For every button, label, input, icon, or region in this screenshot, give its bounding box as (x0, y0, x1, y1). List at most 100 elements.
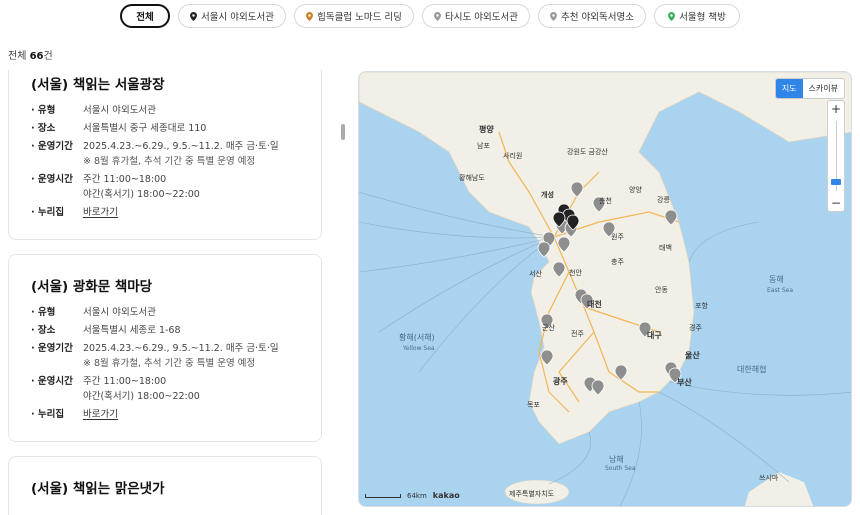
label-taebaek: 태백 (659, 243, 672, 252)
field-key: · 운영기간 (31, 343, 73, 354)
place-list: (서울) 책읽는 서울광장 · 유형 서울시 야외도서관 · 장소 서울특별시 중구… (0, 70, 340, 515)
field-value: 2025.4.23.~6.29., 9.5.~11.2. 매주 금·토·일 ※ 8… (83, 141, 279, 167)
label-kaesong: 개성 (541, 190, 554, 199)
label-pohang: 포항 (695, 301, 708, 310)
field-location: · 장소 서울특별시 중구 세종대로 110 (31, 121, 299, 136)
label-gangwon: 강원도 금강산 (567, 147, 608, 156)
field-key: · 운영기간 (31, 141, 73, 152)
map-pin-icon (306, 11, 314, 21)
filter-label: 추천 야외독서명소 (561, 12, 634, 23)
field-value: 서울특별시 중구 세종대로 110 (83, 123, 207, 134)
map-pin-icon (550, 11, 557, 21)
label-chuncheon: 춘천 (599, 196, 612, 205)
map-type-skyview[interactable]: 스카이뷰 (803, 79, 844, 98)
filter-label: 힙독클럽 노마드 리딩 (317, 12, 402, 23)
zoom-in-button[interactable]: + (828, 101, 844, 117)
field-value: 주간 11:00~18:00 야간(혹서기) 18:00~22:00 (83, 174, 200, 200)
label-haeju: 황해남도 (459, 173, 485, 182)
count-value: 66 (29, 51, 44, 62)
filter-label: 타시도 야외도서관 (445, 12, 518, 23)
website-link[interactable]: 바로가기 (83, 207, 118, 218)
map-view[interactable]: 평양 남포 사리원 강원도 금강산 황해남도 개성 춘천 원주 강릉 양양 태백… (358, 71, 852, 507)
card-title: (서울) 책읽는 서울광장 (31, 77, 165, 93)
field-value: 서울시 야외도서관 (83, 105, 156, 116)
filter-bar: 전체 서울시 야외도서관 힙독클럽 노마드 리딩 타시도 야외도서관 추천 야외… (0, 4, 860, 28)
zoom-handle[interactable] (831, 179, 841, 185)
map-type-map[interactable]: 지도 (775, 79, 803, 98)
filter-recommended-spot[interactable]: 추천 야외독서명소 (538, 4, 646, 28)
label-yellow-sea-en: Yellow Sea (402, 345, 435, 352)
label-strait: 대한해협 (737, 364, 766, 374)
label-gwangju: 광주 (553, 376, 568, 386)
label-jeonju: 전주 (571, 329, 584, 338)
label-gunsan: 군산 (542, 323, 555, 332)
scale-bar (365, 493, 401, 498)
field-key: · 장소 (31, 123, 56, 134)
field-key: · 장소 (31, 325, 56, 336)
zoom-out-button[interactable]: − (828, 195, 844, 211)
field-key: · 누리집 (31, 409, 65, 420)
kakao-logo: kakao (432, 491, 460, 500)
field-key: · 유형 (31, 105, 56, 116)
map-scale: 64km kakao (365, 491, 460, 500)
label-yangyang: 양양 (629, 186, 642, 194)
label-east-sea-en: East Sea (767, 287, 793, 294)
map-type-toggle: 지도 스카이뷰 (774, 78, 845, 99)
zoom-control: + − (827, 100, 845, 212)
filter-label: 서울형 책방 (679, 12, 726, 23)
filter-label: 전체 (136, 12, 154, 23)
scale-label: 64km (407, 491, 427, 500)
label-busan: 부산 (677, 377, 692, 387)
place-card[interactable]: (서울) 책읽는 서울광장 · 유형 서울시 야외도서관 · 장소 서울특별시 중구… (8, 70, 322, 240)
map-canvas[interactable]: 평양 남포 사리원 강원도 금강산 황해남도 개성 춘천 원주 강릉 양양 태백… (359, 72, 852, 507)
list-scrollbar[interactable] (341, 124, 345, 140)
result-count: 전체 66건 (8, 47, 53, 62)
filter-seoul-bookstore[interactable]: 서울형 책방 (654, 4, 740, 28)
field-period: · 운영기간 2025.4.23.~6.29., 9.5.~11.2. 매주 금·… (31, 341, 299, 371)
place-card[interactable]: (서울) 책읽는 맑은냇가 (8, 456, 322, 515)
filter-seoul-outdoor-library[interactable]: 서울시 야외도서관 (178, 4, 286, 28)
website-link[interactable]: 바로가기 (83, 409, 118, 420)
field-key: · 운영시간 (31, 376, 73, 387)
label-cheonan: 천안 (569, 268, 582, 277)
place-card[interactable]: (서울) 광화문 책마당 · 유형 서울시 야외도서관 · 장소 서울특별시 세종로… (8, 254, 322, 442)
field-key: · 운영시간 (31, 174, 73, 185)
count-prefix: 전체 (8, 51, 30, 62)
label-gyeongju: 경주 (689, 323, 702, 332)
field-period: · 운영기간 2025.4.23.~6.29., 9.5.~11.2. 매주 금·… (31, 139, 299, 169)
label-gangneung: 강릉 (657, 195, 670, 204)
field-location: · 장소 서울특별시 세종로 1-68 (31, 323, 299, 338)
label-east-sea: 동해 (769, 274, 784, 284)
filter-all[interactable]: 전체 (120, 4, 170, 28)
label-jeju: 제주특별자치도 (509, 489, 555, 498)
label-mokpo: 목포 (527, 401, 540, 409)
label-chungju: 충주 (611, 257, 624, 266)
label-sariwon: 사리원 (503, 151, 522, 160)
field-type: · 유형 서울시 야외도서관 (31, 103, 299, 118)
label-yellow-sea: 황해(서해) (399, 332, 435, 342)
filter-other-region-library[interactable]: 타시도 야외도서관 (422, 4, 530, 28)
field-value: 서울시 야외도서관 (83, 307, 156, 318)
count-suffix: 건 (43, 51, 53, 62)
label-pyongyang: 평양 (479, 124, 494, 134)
field-value: 주간 11:00~18:00 야간(혹서기) 18:00~22:00 (83, 376, 200, 402)
filter-label: 서울시 야외도서관 (201, 12, 274, 23)
label-daejeon: 대전 (587, 299, 602, 309)
field-value: 2025.4.23.~6.29., 9.5.~11.2. 매주 금·토·일 ※ 8… (83, 343, 279, 369)
filter-hipdok-nomad[interactable]: 힙독클럽 노마드 리딩 (294, 4, 414, 28)
field-website: · 누리집 바로가기 (31, 407, 299, 422)
field-website: · 누리집 바로가기 (31, 205, 299, 220)
field-key: · 유형 (31, 307, 56, 318)
card-title: (서울) 광화문 책마당 (31, 279, 153, 295)
field-hours: · 운영시간 주간 11:00~18:00 야간(혹서기) 18:00~22:00 (31, 172, 299, 202)
card-title: (서울) 책읽는 맑은냇가 (31, 481, 165, 497)
label-south-sea-en: South Sea (605, 465, 636, 472)
field-value: 서울특별시 세종로 1-68 (83, 325, 181, 336)
map-pin-icon (434, 11, 441, 21)
label-wonju: 원주 (611, 232, 624, 241)
label-south-sea: 남해 (609, 454, 624, 464)
field-key: · 누리집 (31, 207, 65, 218)
label-nampo: 남포 (477, 141, 490, 150)
map-pin-icon (668, 11, 676, 21)
field-hours: · 운영시간 주간 11:00~18:00 야간(혹서기) 18:00~22:00 (31, 374, 299, 404)
